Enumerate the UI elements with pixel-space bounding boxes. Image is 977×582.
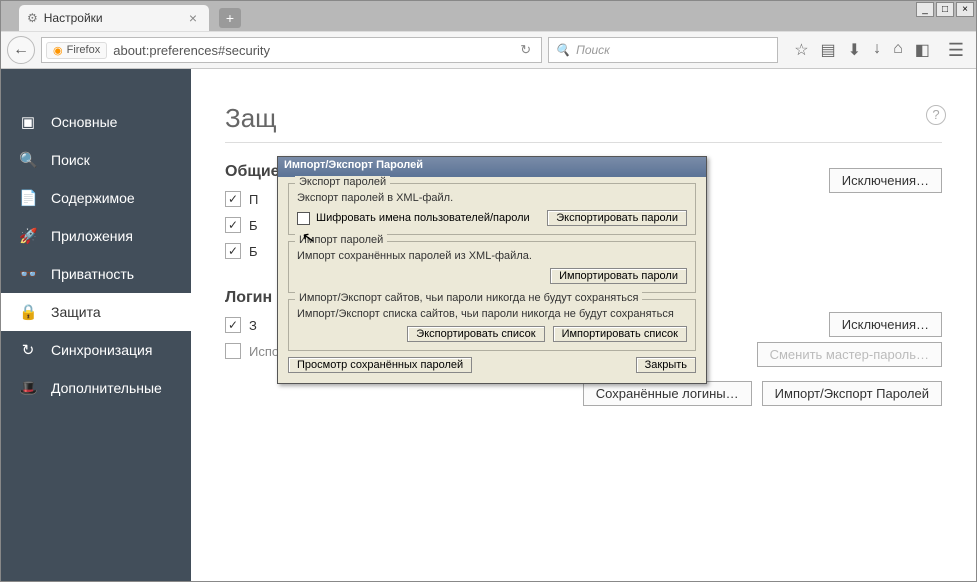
toolbar: ← ◉ Firefox about:preferences#security ↻…	[1, 31, 976, 69]
sidebar-item-content[interactable]: 📄 Содержимое	[1, 179, 191, 217]
checkbox-3[interactable]	[225, 243, 241, 259]
lock-icon: 🔒	[19, 303, 37, 321]
sidebar-item-general[interactable]: ▣ Основные	[1, 103, 191, 141]
sidebar-item-security[interactable]: 🔒 Защита	[1, 293, 191, 331]
tab-strip: ⚙ Настройки × +	[1, 1, 976, 31]
saved-logins-button[interactable]: Сохранённые логины…	[583, 381, 752, 406]
sites-legend: Импорт/Экспорт сайтов, чьи пароли никогд…	[295, 292, 642, 304]
export-desc: Экспорт паролей в XML-файл.	[297, 192, 687, 204]
search-nav-icon: 🔍	[19, 151, 37, 169]
clipboard-icon[interactable]: ▤	[821, 40, 836, 60]
search-placeholder: Поиск	[576, 43, 610, 57]
sidebar-item-advanced[interactable]: 🎩 Дополнительные	[1, 369, 191, 407]
check-label-2: Б	[249, 218, 258, 233]
sidebar-item-label: Приватность	[51, 266, 134, 282]
sidebar: ▣ Основные 🔍 Поиск 📄 Содержимое 🚀 Прилож…	[1, 69, 191, 581]
sidebar-item-label: Основные	[51, 114, 117, 130]
download-icon[interactable]: ↓	[873, 40, 881, 60]
close-dialog-button[interactable]: Закрыть	[636, 357, 696, 373]
help-icon[interactable]: ?	[926, 105, 946, 125]
privacy-icon: 👓	[19, 265, 37, 283]
tab-close-icon[interactable]: ×	[185, 10, 201, 26]
import-fieldset: Импорт паролей Импорт сохранённых пароле…	[288, 241, 696, 293]
close-button[interactable]: ×	[956, 2, 974, 17]
applications-icon: 🚀	[19, 227, 37, 245]
import-export-passwords-button[interactable]: Импорт/Экспорт Паролей	[762, 381, 942, 406]
advanced-icon: 🎩	[19, 379, 37, 397]
import-passwords-button[interactable]: Импортировать пароли	[550, 268, 687, 284]
import-legend: Импорт паролей	[295, 234, 387, 246]
encrypt-checkbox[interactable]	[297, 212, 310, 225]
menu-button[interactable]: ☰	[946, 40, 970, 61]
dialog-title: Импорт/Экспорт Паролей	[278, 157, 706, 177]
new-tab-button[interactable]: +	[219, 8, 241, 28]
sidebar-item-sync[interactable]: ↻ Синхронизация	[1, 331, 191, 369]
home-icon[interactable]: ⌂	[893, 40, 903, 60]
sidebar-item-label: Синхронизация	[51, 342, 152, 358]
checkbox-master-password[interactable]	[225, 343, 241, 359]
sidebar-item-label: Дополнительные	[51, 380, 162, 396]
checkbox-2[interactable]	[225, 217, 241, 233]
content-icon: 📄	[19, 189, 37, 207]
export-passwords-button[interactable]: Экспортировать пароли	[547, 210, 687, 226]
bookmark-icon[interactable]: ☆	[794, 40, 808, 60]
import-export-dialog: Импорт/Экспорт Паролей Экспорт паролей Э…	[277, 156, 707, 384]
url-bar[interactable]: ◉ Firefox about:preferences#security ↻	[41, 37, 542, 63]
export-legend: Экспорт паролей	[295, 176, 390, 188]
sidebar-item-label: Защита	[51, 304, 101, 320]
sidebar-item-label: Поиск	[51, 152, 90, 168]
sites-fieldset: Импорт/Экспорт сайтов, чьи пароли никогд…	[288, 299, 696, 351]
tab-title: Настройки	[44, 11, 103, 25]
sidebar-item-applications[interactable]: 🚀 Приложения	[1, 217, 191, 255]
back-button[interactable]: ←	[7, 36, 35, 64]
general-icon: ▣	[19, 113, 37, 131]
tab-settings[interactable]: ⚙ Настройки ×	[19, 5, 209, 31]
search-icon: 🔍	[555, 43, 570, 57]
exceptions-button-2[interactable]: Исключения…	[829, 312, 942, 337]
export-fieldset: Экспорт паролей Экспорт паролей в XML-фа…	[288, 183, 696, 235]
sites-desc: Импорт/Экспорт списка сайтов, чьи пароли…	[297, 308, 687, 320]
firefox-icon: ◉	[53, 44, 63, 57]
sidebar-item-search[interactable]: 🔍 Поиск	[1, 141, 191, 179]
exceptions-button-1[interactable]: Исключения…	[829, 168, 942, 193]
search-bar[interactable]: 🔍 Поиск	[548, 37, 778, 63]
import-desc: Импорт сохранённых паролей из XML-файла.	[297, 250, 687, 262]
encrypt-label: Шифровать имена пользователей/пароли	[316, 212, 530, 224]
import-list-button[interactable]: Импортировать список	[553, 326, 687, 342]
identity-box[interactable]: ◉ Firefox	[46, 42, 107, 59]
maximize-button[interactable]: □	[936, 2, 954, 17]
change-master-password-button: Сменить мастер-пароль…	[757, 342, 942, 367]
sidebar-item-privacy[interactable]: 👓 Приватность	[1, 255, 191, 293]
sidebar-item-label: Содержимое	[51, 190, 135, 206]
check-label-3: Б	[249, 244, 258, 259]
checkbox-remember-logins[interactable]	[225, 317, 241, 333]
pocket-icon[interactable]: ⬇	[848, 40, 861, 60]
page-title: Защ	[225, 103, 942, 143]
reload-icon[interactable]: ↻	[514, 42, 537, 58]
addon-icon[interactable]: ◧	[915, 40, 930, 60]
sync-icon: ↻	[19, 341, 37, 359]
export-list-button[interactable]: Экспортировать список	[407, 326, 544, 342]
check-label-logins: З	[249, 318, 257, 333]
gear-icon: ⚙	[27, 11, 38, 25]
url-text: about:preferences#security	[107, 43, 514, 58]
check-label-1: П	[249, 192, 258, 207]
identity-label: Firefox	[67, 44, 101, 56]
checkbox-1[interactable]	[225, 191, 241, 207]
view-saved-passwords-button[interactable]: Просмотр сохранённых паролей	[288, 357, 472, 373]
minimize-button[interactable]: _	[916, 2, 934, 17]
sidebar-item-label: Приложения	[51, 228, 133, 244]
